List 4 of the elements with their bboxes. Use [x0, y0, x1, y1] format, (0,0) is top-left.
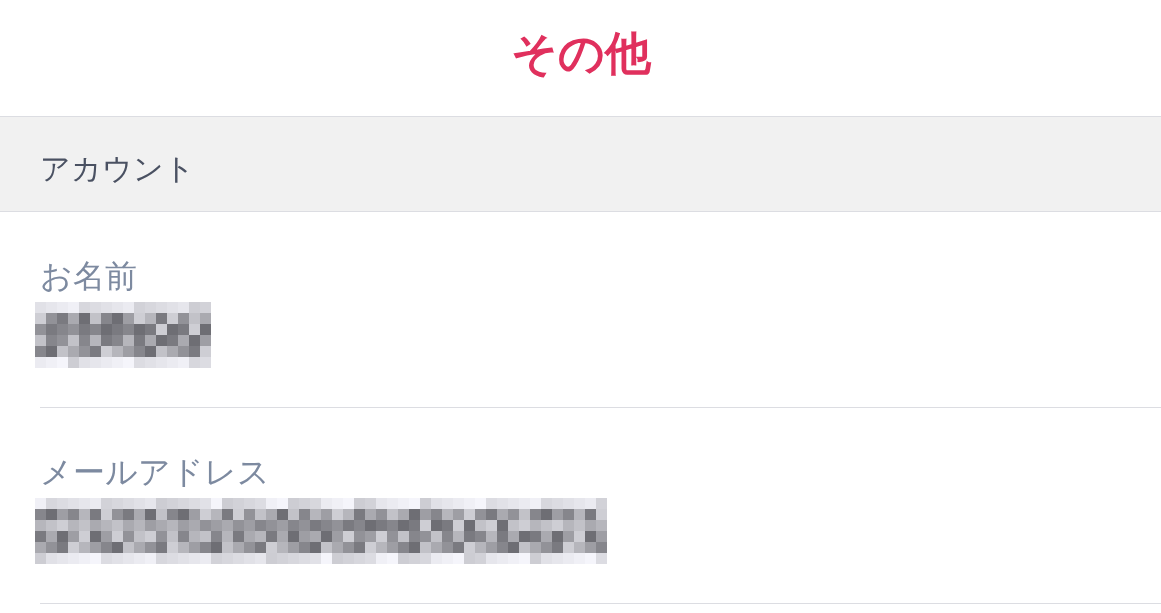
field-label: お名前	[40, 256, 137, 297]
section-header: アカウント	[0, 116, 1161, 212]
field-label: メールアドレス	[40, 452, 270, 493]
page-title: その他	[510, 25, 651, 81]
